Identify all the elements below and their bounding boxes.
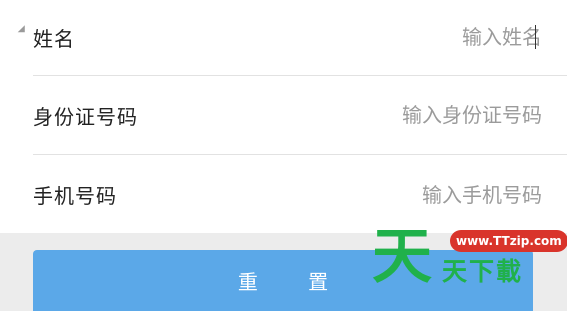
name-input[interactable] (282, 25, 542, 49)
phone-label: 手机号码 (33, 184, 117, 208)
verification-form: 姓名 身份证号码 手机号码 (0, 0, 567, 233)
corner-arrow-icon (17, 25, 29, 36)
form-row-phone: 手机号码 (33, 156, 560, 233)
phone-input[interactable] (282, 182, 542, 207)
divider (33, 75, 567, 76)
text-cursor (535, 25, 536, 49)
form-row-name: 姓名 (33, 0, 560, 74)
id-number-label: 身份证号码 (33, 104, 138, 129)
reset-button[interactable]: 重 置 (33, 250, 533, 311)
id-number-input[interactable] (282, 103, 542, 127)
divider (33, 154, 567, 155)
name-label: 姓名 (33, 26, 75, 51)
form-row-id-number: 身份证号码 (33, 78, 560, 152)
page: { "form": { "fields": [ { "label": "姓名",… (0, 0, 567, 311)
